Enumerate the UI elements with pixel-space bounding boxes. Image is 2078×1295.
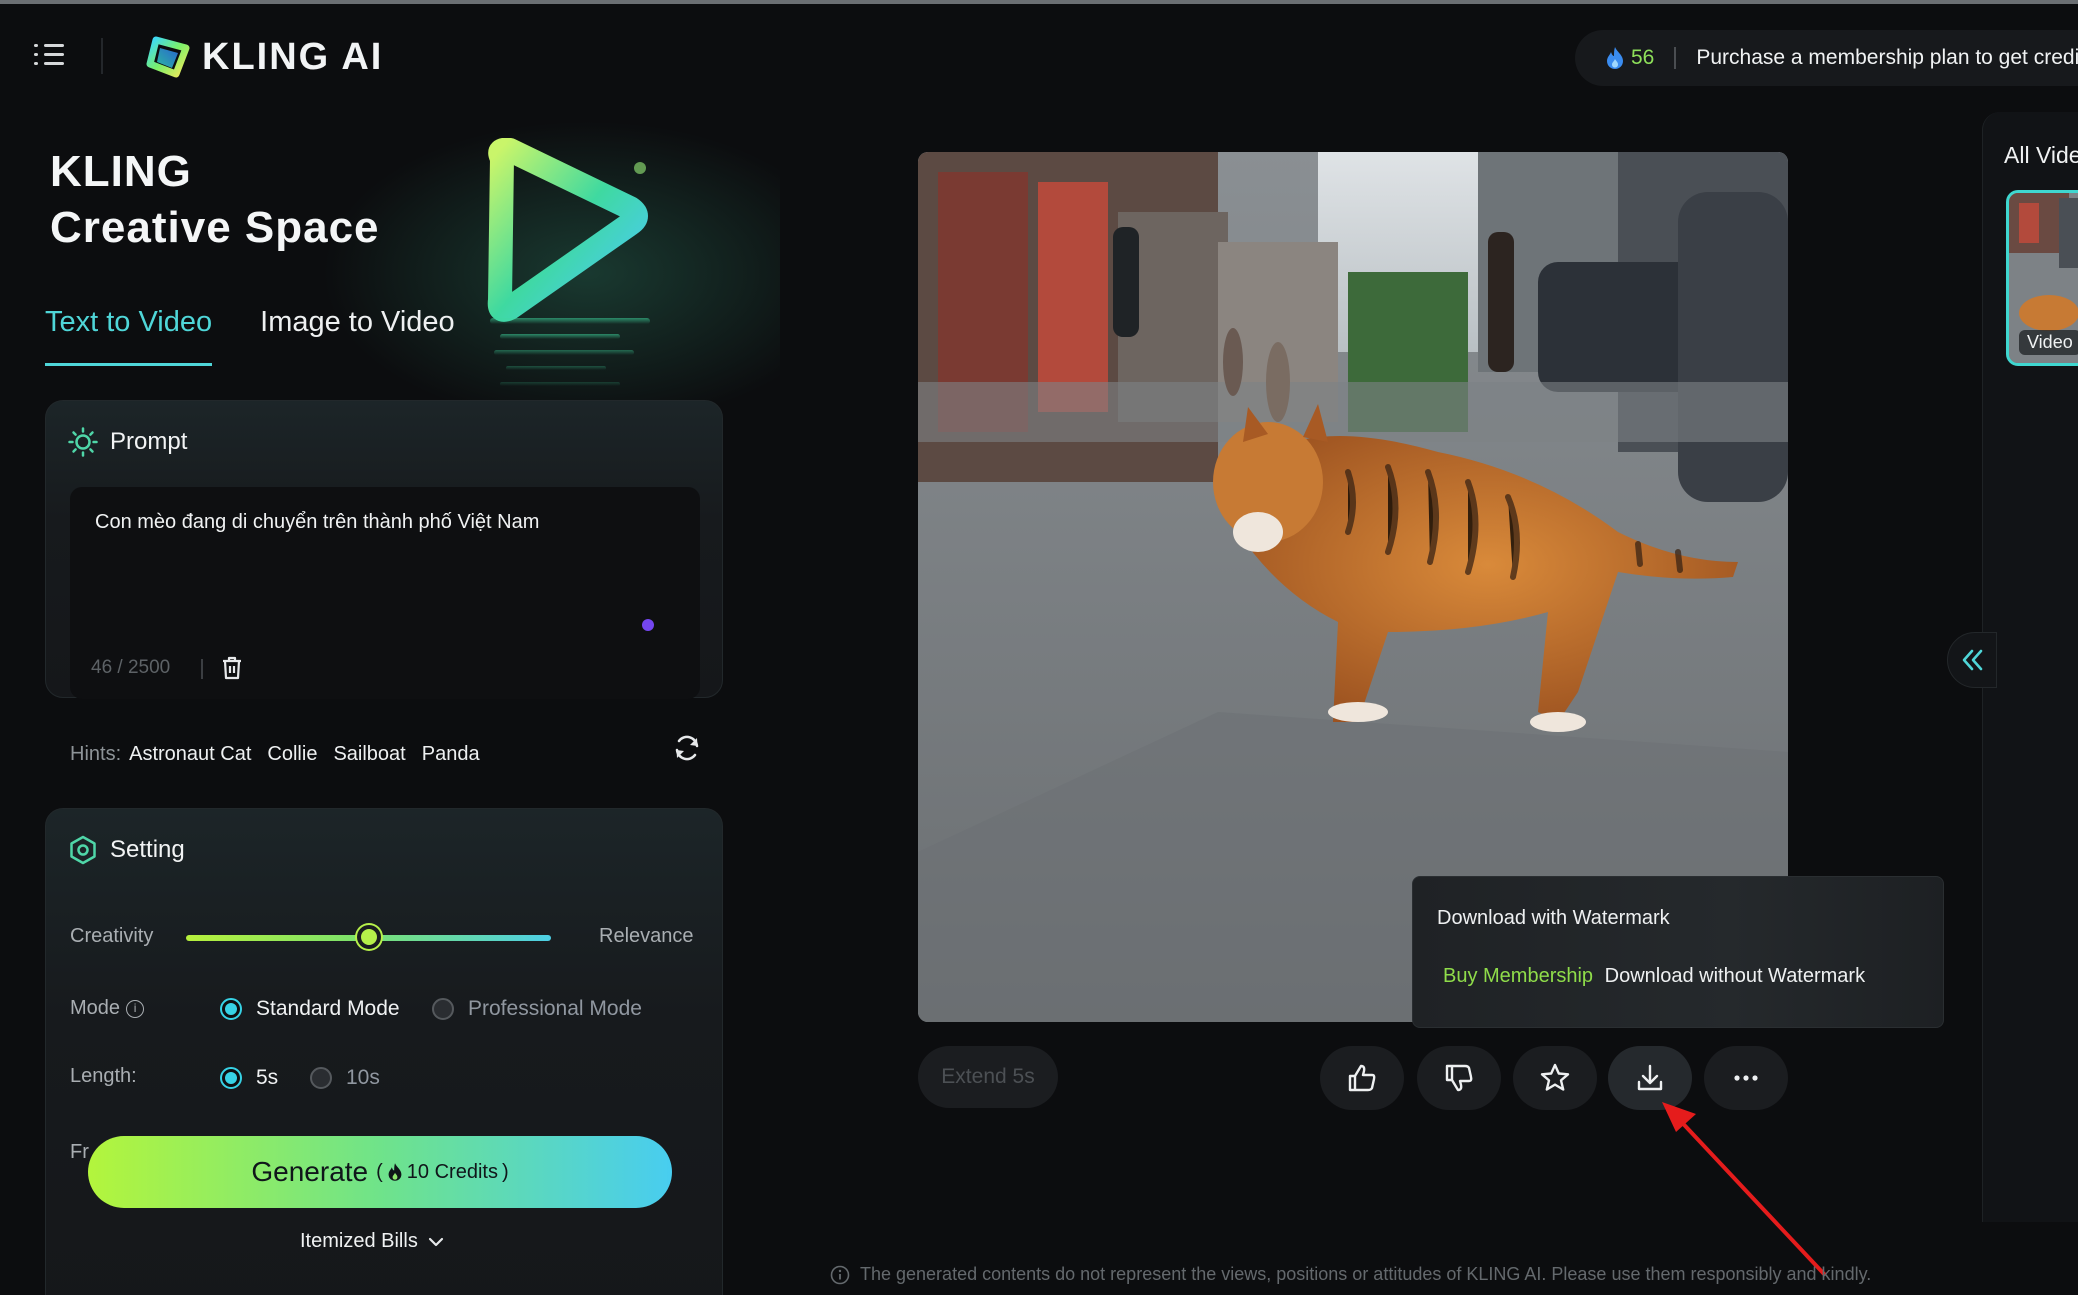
video-thumbnail[interactable]: Video xyxy=(2006,190,2078,366)
hero-title-line2: Creative Space xyxy=(50,203,380,252)
download-icon xyxy=(1637,1064,1663,1091)
credit-count: 56 xyxy=(1631,46,1655,69)
refresh-icon[interactable] xyxy=(672,733,702,763)
buy-membership-link[interactable]: Buy Membership xyxy=(1443,965,1593,987)
hints-row: Hints: Astronaut Cat Collie Sailboat Pan… xyxy=(70,743,480,766)
itemized-bills-label: Itemized Bills xyxy=(300,1230,418,1252)
download-without-watermark-row: Buy Membership Download without Watermar… xyxy=(1443,965,1865,988)
hint-astronaut-cat[interactable]: Astronaut Cat xyxy=(129,743,251,766)
more-icon xyxy=(1734,1075,1758,1081)
hints-label: Hints: xyxy=(70,743,122,765)
like-button[interactable] xyxy=(1320,1046,1404,1110)
slider-thumb[interactable] xyxy=(356,925,381,949)
hero-title: KLING Creative Space xyxy=(50,144,380,256)
trash-icon[interactable] xyxy=(220,655,244,681)
mode-label: Mode xyxy=(70,997,121,1019)
length-10s-label: 10s xyxy=(346,1066,380,1089)
info-icon[interactable]: i xyxy=(126,1000,145,1018)
pill-divider xyxy=(1674,47,1677,69)
generate-button[interactable]: Generate ( 10 Credits ) xyxy=(88,1136,672,1208)
creativity-label: Creativity xyxy=(70,925,154,947)
mode-label-row: Mode i xyxy=(70,997,145,1020)
radio-professional[interactable] xyxy=(432,998,454,1020)
radio-standard[interactable] xyxy=(220,998,242,1020)
generate-credits: ( 10 Credits ) xyxy=(376,1161,509,1184)
itemized-bills-toggle[interactable]: Itemized Bills xyxy=(300,1230,444,1253)
kling-logo-icon xyxy=(146,36,190,78)
professional-mode-label: Professional Mode xyxy=(468,997,642,1020)
credit-banner[interactable]: 56 Purchase a membership plan to get cre… xyxy=(1575,30,2078,86)
relevance-label: Relevance xyxy=(599,925,694,947)
tab-image-to-video[interactable]: Image to Video xyxy=(260,306,455,366)
prompt-header: Prompt xyxy=(68,427,187,457)
setting-card: Setting Creativity Relevance Mode i Stand… xyxy=(45,808,723,1295)
collapse-panel-button[interactable] xyxy=(1947,632,1997,688)
download-with-watermark[interactable]: Download with Watermark xyxy=(1437,907,1670,930)
setting-header: Setting xyxy=(68,835,185,865)
standard-mode-label: Standard Mode xyxy=(256,997,400,1020)
generate-credit-count: 10 Credits xyxy=(406,1160,498,1183)
length-5s-label: 5s xyxy=(256,1066,279,1089)
hint-sailboat[interactable]: Sailboat xyxy=(333,743,405,766)
thumbs-up-icon xyxy=(1348,1064,1376,1092)
logo-text: KLING AI xyxy=(202,35,384,78)
length-option-10s[interactable]: 10s xyxy=(310,1066,380,1090)
prompt-textarea[interactable]: Con mèo đang di chuyển trên thành phố Vi… xyxy=(70,487,700,699)
play-logo-icon xyxy=(487,138,650,386)
hero-title-line1: KLING xyxy=(50,147,192,196)
counter-divider xyxy=(201,659,203,679)
thumbs-down-icon xyxy=(1445,1064,1473,1092)
sun-icon xyxy=(68,427,98,457)
favorite-button[interactable] xyxy=(1513,1046,1597,1110)
partial-setting-label: Fr xyxy=(70,1141,89,1163)
cursor-dot xyxy=(642,619,654,631)
mode-option-standard[interactable]: Standard Mode xyxy=(220,997,400,1021)
purchase-membership-link[interactable]: Purchase a membership plan to get credi xyxy=(1696,46,2078,70)
length-option-5s[interactable]: 5s xyxy=(220,1066,278,1090)
prompt-heading: Prompt xyxy=(110,428,188,455)
generate-label: Generate xyxy=(251,1156,369,1187)
setting-heading: Setting xyxy=(110,836,185,863)
disclaimer-text: The generated contents do not represent … xyxy=(860,1264,1872,1284)
prompt-card: Prompt Con mèo đang di chuyển trên thành… xyxy=(45,400,723,765)
info-icon xyxy=(830,1265,850,1284)
extend-button[interactable]: Extend 5s xyxy=(918,1046,1058,1108)
hint-collie[interactable]: Collie xyxy=(267,743,317,766)
radio-10s[interactable] xyxy=(310,1067,332,1089)
double-chevron-left-icon xyxy=(1962,649,1983,671)
header-divider xyxy=(101,38,103,74)
open-paren: ( xyxy=(376,1160,383,1183)
top-header: KLING AI 56 Purchase a membership plan t… xyxy=(0,4,2078,108)
download-tooltip: Download with Watermark Buy Membership D… xyxy=(1412,876,1944,1028)
tab-text-to-video[interactable]: Text to Video xyxy=(45,306,213,366)
mode-option-professional[interactable]: Professional Mode xyxy=(432,997,642,1021)
hexagon-settings-icon xyxy=(70,835,96,865)
left-panel: KLING Creative Space Text to Video Image… xyxy=(0,108,780,1295)
disclaimer: The generated contents do not represent … xyxy=(830,1264,1871,1285)
mode-tabs: Text to Video Image to Video xyxy=(45,306,455,366)
red-annotation-arrow xyxy=(1662,1102,1827,1277)
hint-panda[interactable]: Panda xyxy=(422,743,480,766)
character-counter: 46 / 2500 xyxy=(91,657,171,678)
kling-logo[interactable]: KLING AI xyxy=(146,34,383,80)
chevron-down-icon xyxy=(428,1237,443,1246)
flame-icon xyxy=(1607,47,1623,69)
menu-icon[interactable] xyxy=(34,42,64,68)
flame-icon xyxy=(388,1163,402,1181)
thumbnail-badge: Video xyxy=(2019,330,2078,355)
star-icon xyxy=(1540,1063,1570,1091)
dislike-button[interactable] xyxy=(1417,1046,1501,1110)
close-paren: ) xyxy=(501,1160,509,1183)
download-without-watermark[interactable]: Download without Watermark xyxy=(1605,965,1865,987)
all-videos-title: All Vide xyxy=(2004,142,2078,168)
prompt-text[interactable]: Con mèo đang di chuyển trên thành phố Vi… xyxy=(95,511,539,534)
length-label: Length: xyxy=(70,1065,137,1087)
radio-5s[interactable] xyxy=(220,1067,242,1089)
